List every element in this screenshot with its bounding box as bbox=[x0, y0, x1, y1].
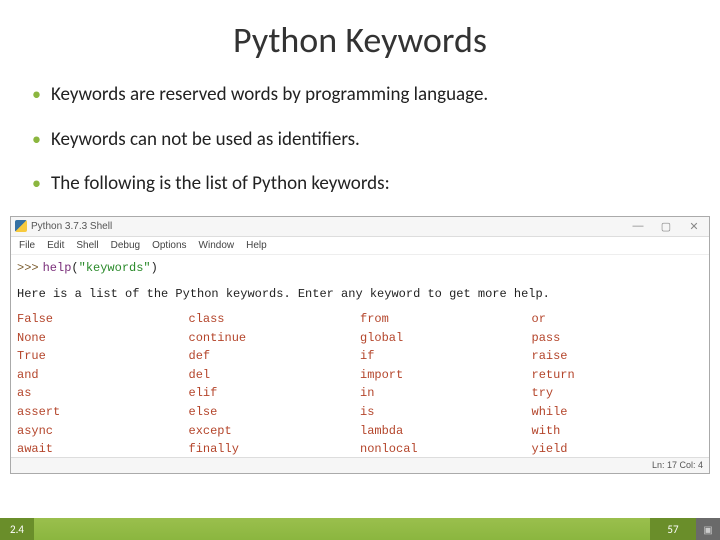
keyword: None bbox=[17, 329, 189, 348]
page-number: 57 bbox=[650, 518, 696, 540]
slide-footer: 2.4 57 ▣ bbox=[0, 518, 720, 540]
keyword: and bbox=[17, 366, 189, 385]
keyword: del bbox=[189, 366, 361, 385]
keyword: with bbox=[532, 422, 704, 441]
prompt-line: >>> help("keywords") bbox=[17, 259, 703, 278]
bullet-item: • Keywords can not be used as identifier… bbox=[32, 127, 688, 154]
footer-badge-icon: ▣ bbox=[696, 518, 720, 540]
keyword: return bbox=[532, 366, 704, 385]
minimize-button[interactable]: — bbox=[627, 220, 649, 233]
keyword: is bbox=[360, 403, 532, 422]
call-expression: help("keywords") bbox=[43, 259, 158, 278]
window-controls: — ▢ ✕ bbox=[627, 220, 705, 233]
keyword: while bbox=[532, 403, 704, 422]
keyword: elif bbox=[189, 384, 361, 403]
keyword: False bbox=[17, 310, 189, 329]
keywords-column: classcontinuedefdelelifelseexceptfinally… bbox=[189, 310, 361, 457]
bullet-marker-icon: • bbox=[32, 82, 41, 107]
keyword: class bbox=[189, 310, 361, 329]
keyword: nonlocal bbox=[360, 440, 532, 457]
keyword: else bbox=[189, 403, 361, 422]
content-area: • Keywords are reserved words by program… bbox=[0, 72, 720, 198]
keyword: try bbox=[532, 384, 704, 403]
keyword: continue bbox=[189, 329, 361, 348]
python-icon bbox=[15, 220, 27, 232]
bullet-text: Keywords can not be used as identifiers. bbox=[51, 127, 360, 154]
bullet-text: Keywords are reserved words by programmi… bbox=[51, 82, 488, 109]
bullet-item: • Keywords are reserved words by program… bbox=[32, 82, 688, 109]
bullet-marker-icon: • bbox=[32, 127, 41, 152]
keyword: yield bbox=[532, 440, 704, 457]
section-number: 2.4 bbox=[0, 518, 34, 540]
window-title: Python 3.7.3 Shell bbox=[31, 221, 627, 232]
keywords-column: FalseNoneTrueandasassertasyncawaitbreak bbox=[17, 310, 189, 457]
keyword: global bbox=[360, 329, 532, 348]
menu-debug[interactable]: Debug bbox=[105, 240, 146, 251]
maximize-button[interactable]: ▢ bbox=[655, 220, 677, 233]
keyword: except bbox=[189, 422, 361, 441]
menu-window[interactable]: Window bbox=[193, 240, 241, 251]
menu-help[interactable]: Help bbox=[240, 240, 273, 251]
keyword: as bbox=[17, 384, 189, 403]
keyword: await bbox=[17, 440, 189, 457]
keyword: async bbox=[17, 422, 189, 441]
keyword: assert bbox=[17, 403, 189, 422]
string-arg: "keywords" bbox=[79, 261, 151, 275]
close-button[interactable]: ✕ bbox=[683, 220, 705, 233]
keyword: raise bbox=[532, 347, 704, 366]
keyword: finally bbox=[189, 440, 361, 457]
cursor-position: Ln: 17 Col: 4 bbox=[652, 460, 703, 470]
bullet-item: • The following is the list of Python ke… bbox=[32, 171, 688, 198]
keyword: lambda bbox=[360, 422, 532, 441]
menu-shell[interactable]: Shell bbox=[70, 240, 104, 251]
keyword: from bbox=[360, 310, 532, 329]
python-shell-window: Python 3.7.3 Shell — ▢ ✕ File Edit Shell… bbox=[10, 216, 710, 474]
footer-bar bbox=[34, 518, 650, 540]
slide-title: Python Keywords bbox=[0, 0, 720, 72]
paren-close: ) bbox=[151, 261, 158, 275]
keywords-grid: FalseNoneTrueandasassertasyncawaitbreak … bbox=[17, 310, 703, 457]
keyword: True bbox=[17, 347, 189, 366]
menu-bar: File Edit Shell Debug Options Window Hel… bbox=[11, 237, 709, 255]
shell-output: >>> help("keywords") Here is a list of t… bbox=[11, 255, 709, 457]
keywords-column: fromglobalifimportinislambdanonlocalnot bbox=[360, 310, 532, 457]
keyword: import bbox=[360, 366, 532, 385]
bullet-marker-icon: • bbox=[32, 171, 41, 196]
keyword: pass bbox=[532, 329, 704, 348]
function-name: help bbox=[43, 261, 72, 275]
keyword: or bbox=[532, 310, 704, 329]
keyword: in bbox=[360, 384, 532, 403]
menu-options[interactable]: Options bbox=[146, 240, 192, 251]
keywords-column: orpassraisereturntrywhilewithyield bbox=[532, 310, 704, 457]
keywords-heading: Here is a list of the Python keywords. E… bbox=[17, 285, 703, 304]
status-bar: Ln: 17 Col: 4 bbox=[11, 457, 709, 473]
prompt-symbol: >>> bbox=[17, 259, 39, 278]
menu-edit[interactable]: Edit bbox=[41, 240, 70, 251]
keyword: if bbox=[360, 347, 532, 366]
keyword: def bbox=[189, 347, 361, 366]
window-titlebar: Python 3.7.3 Shell — ▢ ✕ bbox=[11, 217, 709, 237]
menu-file[interactable]: File bbox=[13, 240, 41, 251]
slide: Python Keywords • Keywords are reserved … bbox=[0, 0, 720, 540]
bullet-text: The following is the list of Python keyw… bbox=[51, 171, 390, 198]
paren-open: ( bbox=[71, 261, 78, 275]
